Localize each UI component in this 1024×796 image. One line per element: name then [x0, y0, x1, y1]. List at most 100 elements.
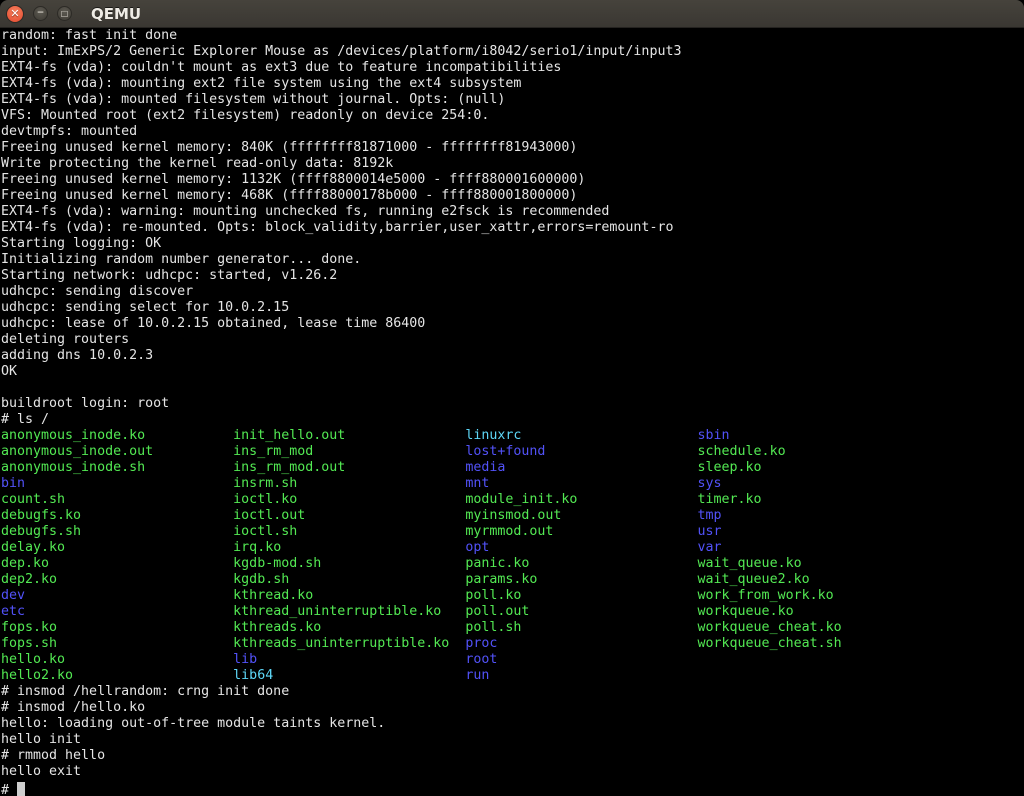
file-entry: debugfs.ko: [1, 508, 233, 523]
file-entry: usr: [698, 524, 722, 539]
file-entry: schedule.ko: [698, 444, 786, 459]
terminal-text: Freeing unused kernel memory: 468K (ffff…: [1, 188, 577, 203]
terminal-line: Freeing unused kernel memory: 840K (ffff…: [1, 140, 1024, 156]
terminal-text: adding dns 10.0.2.3: [1, 348, 153, 363]
close-button[interactable]: ✕: [6, 5, 24, 23]
terminal-line: random: fast init done: [1, 28, 1024, 44]
file-entry: dep.ko: [1, 556, 233, 571]
terminal-line: delay.ko irq.ko opt var: [1, 540, 1024, 556]
minimize-icon: −: [37, 9, 45, 18]
file-entry: anonymous_inode.ko: [1, 428, 233, 443]
terminal-line: # ls /: [1, 412, 1024, 428]
terminal-line: hello2.ko lib64 run: [1, 668, 1024, 684]
file-entry: init_hello.out: [233, 428, 465, 443]
terminal-line: Starting logging: OK: [1, 236, 1024, 252]
file-entry: ins_rm_mod.out: [233, 460, 465, 475]
file-entry: root: [465, 652, 497, 667]
terminal-line: VFS: Mounted root (ext2 filesystem) read…: [1, 108, 1024, 124]
terminal-screen[interactable]: random: fast init doneinput: ImExPS/2 Ge…: [0, 28, 1024, 796]
window-titlebar[interactable]: ✕ − □ QEMU: [0, 0, 1024, 28]
terminal-text: # insmod /hellrandom: crng init done: [1, 684, 289, 699]
terminal-line: EXT4-fs (vda): warning: mounting uncheck…: [1, 204, 1024, 220]
file-entry: sleep.ko: [698, 460, 762, 475]
file-entry: lib: [233, 652, 465, 667]
file-entry: workqueue_cheat.sh: [698, 636, 842, 651]
terminal-line: fops.ko kthreads.ko poll.sh workqueue_ch…: [1, 620, 1024, 636]
terminal-line: dep2.ko kgdb.sh params.ko wait_queue2.ko: [1, 572, 1024, 588]
terminal-text: hello exit: [1, 764, 81, 779]
terminal-line: # insmod /hello.ko: [1, 700, 1024, 716]
file-entry: opt: [465, 540, 697, 555]
terminal-line: hello exit: [1, 764, 1024, 780]
file-entry: linuxrc: [465, 428, 697, 443]
file-entry: module_init.ko: [465, 492, 697, 507]
window-title: QEMU: [91, 5, 141, 23]
file-entry: hello2.ko: [1, 668, 233, 683]
terminal-line: hello.ko lib root: [1, 652, 1024, 668]
terminal-text: deleting routers: [1, 332, 129, 347]
file-entry: poll.sh: [465, 620, 697, 635]
file-entry: ins_rm_mod: [233, 444, 465, 459]
file-entry: kgdb.sh: [233, 572, 465, 587]
file-entry: workqueue.ko: [698, 604, 794, 619]
terminal-line: EXT4-fs (vda): couldn't mount as ext3 du…: [1, 60, 1024, 76]
terminal-text: OK: [1, 364, 17, 379]
file-entry: wait_queue2.ko: [698, 572, 810, 587]
file-entry: ioctl.sh: [233, 524, 465, 539]
file-entry: kthreads.ko: [233, 620, 465, 635]
terminal-line: debugfs.sh ioctl.sh myrmmod.out usr: [1, 524, 1024, 540]
terminal-text: # ls /: [1, 412, 49, 427]
terminal-line: Starting network: udhcpc: started, v1.26…: [1, 268, 1024, 284]
terminal-line: dev kthread.ko poll.ko work_from_work.ko: [1, 588, 1024, 604]
file-entry: work_from_work.ko: [698, 588, 834, 603]
minimize-button[interactable]: −: [33, 6, 48, 21]
file-entry: kgdb-mod.sh: [233, 556, 465, 571]
file-entry: timer.ko: [698, 492, 762, 507]
maximize-button[interactable]: □: [57, 6, 72, 21]
terminal-text: udhcpc: sending select for 10.0.2.15: [1, 300, 289, 315]
terminal-line: OK: [1, 364, 1024, 380]
maximize-icon: □: [61, 10, 69, 18]
file-entry: wait_queue.ko: [698, 556, 802, 571]
file-entry: run: [465, 668, 489, 683]
terminal-line: udhcpc: sending select for 10.0.2.15: [1, 300, 1024, 316]
terminal-line: hello: loading out-of-tree module taints…: [1, 716, 1024, 732]
terminal-line: bin insrm.sh mnt sys: [1, 476, 1024, 492]
terminal-text: EXT4-fs (vda): couldn't mount as ext3 du…: [1, 60, 561, 75]
file-entry: anonymous_inode.out: [1, 444, 233, 459]
terminal-text: hello: loading out-of-tree module taints…: [1, 716, 385, 731]
file-entry: kthread_uninterruptible.ko: [233, 604, 465, 619]
terminal-line: devtmpfs: mounted: [1, 124, 1024, 140]
terminal-text: udhcpc: sending discover: [1, 284, 193, 299]
file-entry: dev: [1, 588, 233, 603]
terminal-line: Freeing unused kernel memory: 1132K (fff…: [1, 172, 1024, 188]
file-entry: anonymous_inode.sh: [1, 460, 233, 475]
terminal-line: EXT4-fs (vda): re-mounted. Opts: block_v…: [1, 220, 1024, 236]
terminal-line: fops.sh kthreads_uninterruptible.ko proc…: [1, 636, 1024, 652]
terminal-line: buildroot login: root: [1, 396, 1024, 412]
terminal-text: EXT4-fs (vda): warning: mounting uncheck…: [1, 204, 609, 219]
terminal-line: anonymous_inode.ko init_hello.out linuxr…: [1, 428, 1024, 444]
terminal-line: EXT4-fs (vda): mounting ext2 file system…: [1, 76, 1024, 92]
terminal-line: anonymous_inode.sh ins_rm_mod.out media …: [1, 460, 1024, 476]
file-entry: insrm.sh: [233, 476, 465, 491]
terminal-text: # rmmod hello: [1, 748, 105, 763]
terminal-text: Freeing unused kernel memory: 840K (ffff…: [1, 140, 577, 155]
terminal-line: udhcpc: lease of 10.0.2.15 obtained, lea…: [1, 316, 1024, 332]
terminal-text: input: ImExPS/2 Generic Explorer Mouse a…: [1, 44, 681, 59]
terminal-text: buildroot login: root: [1, 396, 169, 411]
terminal-line: Freeing unused kernel memory: 468K (ffff…: [1, 188, 1024, 204]
file-entry: irq.ko: [233, 540, 465, 555]
file-entry: params.ko: [465, 572, 697, 587]
file-entry: poll.out: [465, 604, 697, 619]
terminal-line: #: [1, 780, 1024, 796]
terminal-text: Initializing random number generator... …: [1, 252, 361, 267]
terminal-line: adding dns 10.0.2.3: [1, 348, 1024, 364]
terminal-text: Write protecting the kernel read-only da…: [1, 156, 393, 171]
terminal-text: random: fast init done: [1, 28, 177, 43]
terminal-text: EXT4-fs (vda): re-mounted. Opts: block_v…: [1, 220, 673, 235]
terminal-line: Initializing random number generator... …: [1, 252, 1024, 268]
file-entry: panic.ko: [465, 556, 697, 571]
terminal-text: Starting logging: OK: [1, 236, 161, 251]
file-entry: fops.sh: [1, 636, 233, 651]
